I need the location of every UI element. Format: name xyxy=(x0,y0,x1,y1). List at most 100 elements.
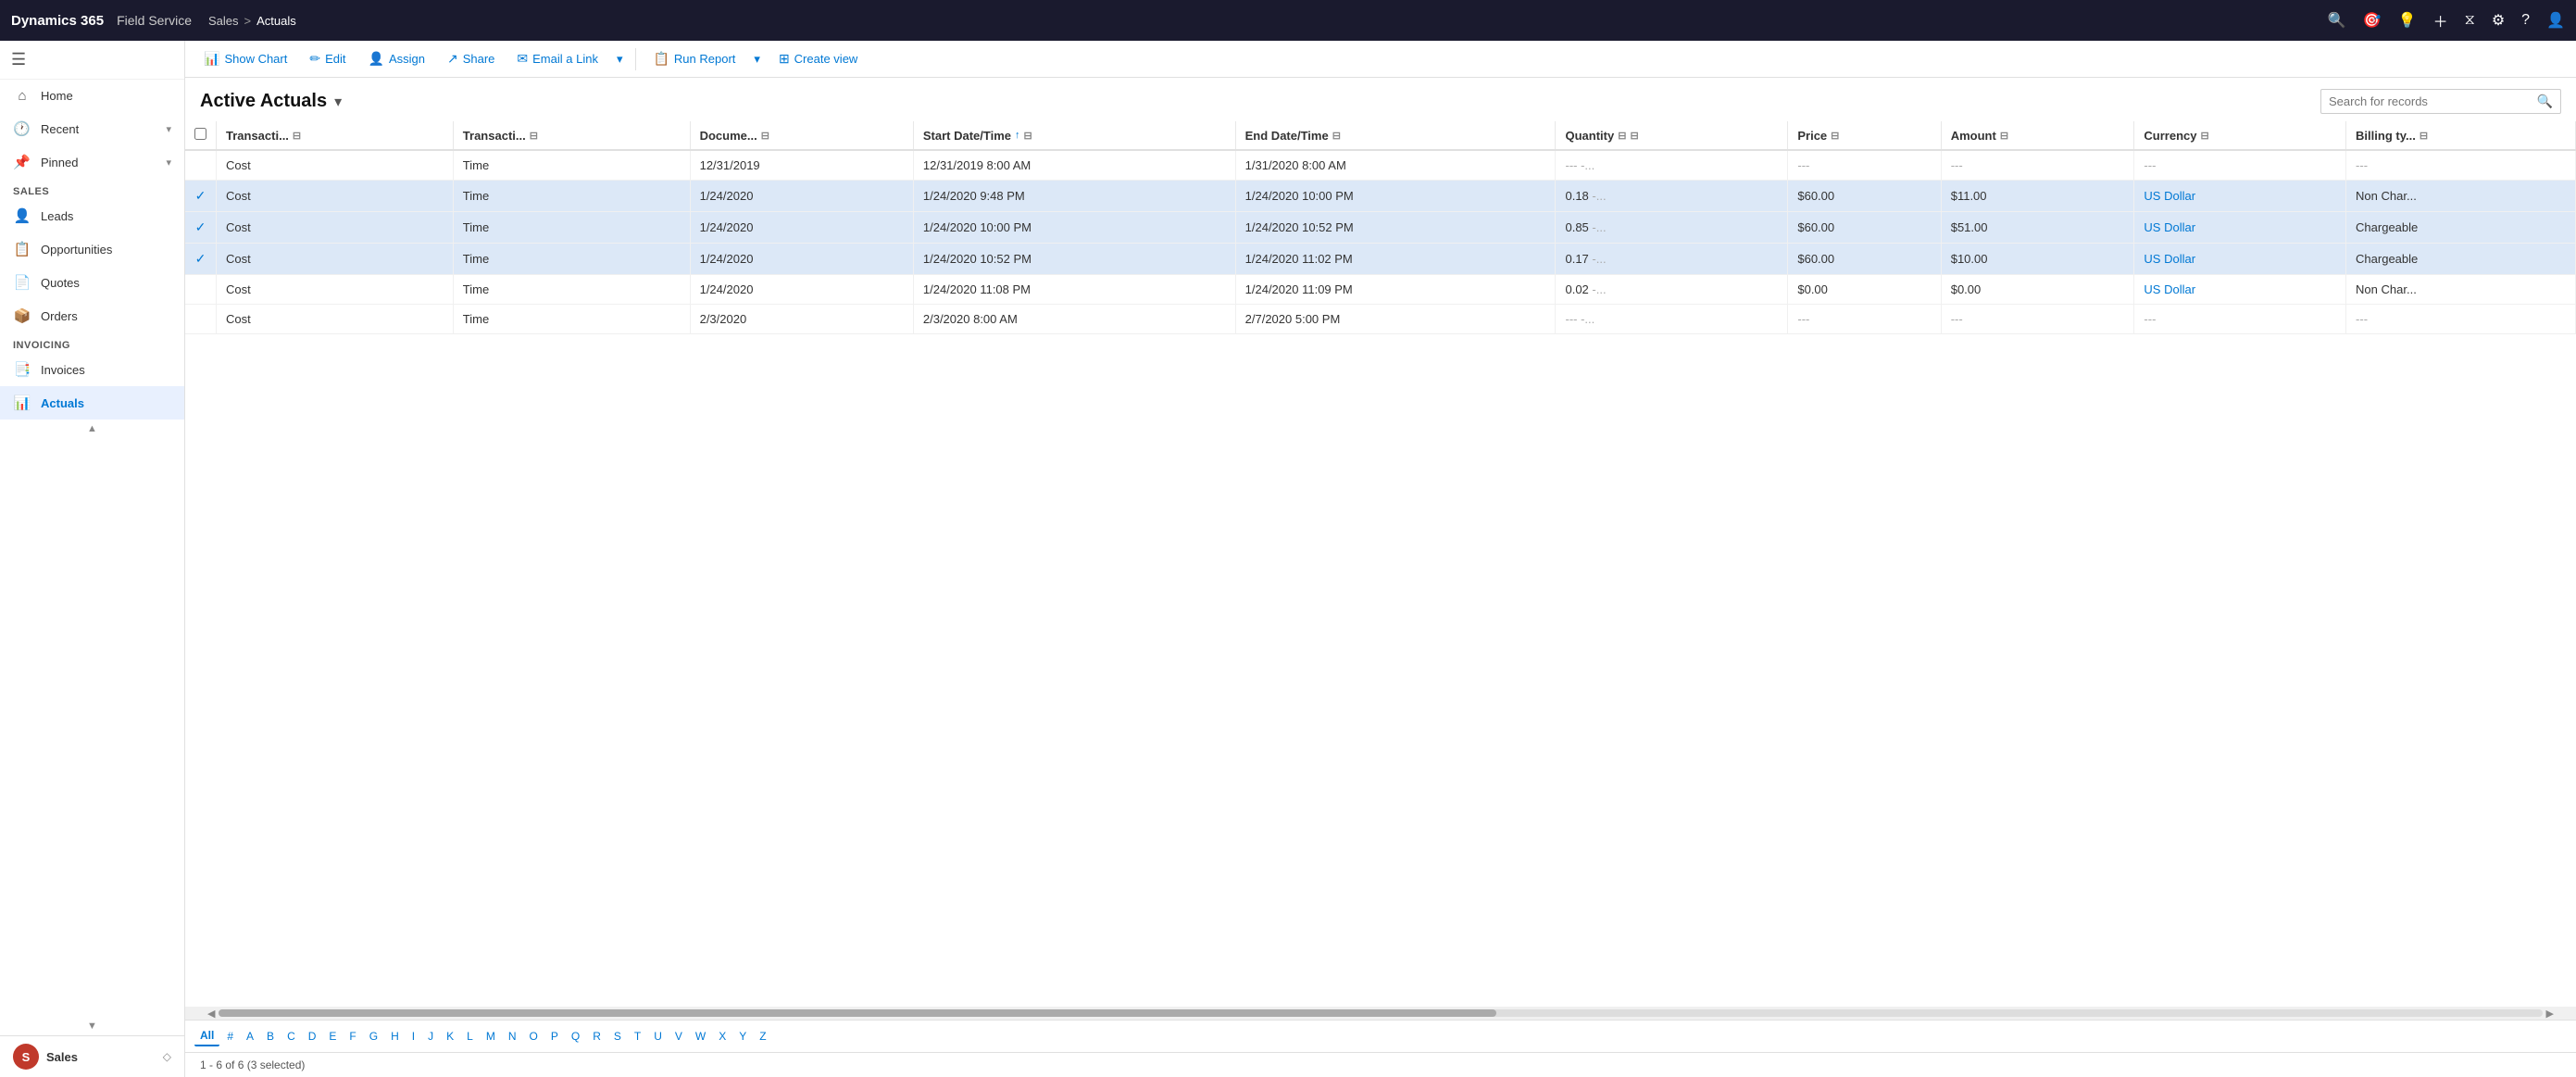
alpha-char-g[interactable]: G xyxy=(364,1027,383,1046)
create-view-button[interactable]: ⊞ Create view xyxy=(769,46,867,71)
col-currency-filter-icon[interactable]: ⊟ xyxy=(2200,130,2208,142)
col-quantity-filter-icon[interactable]: ⊟ xyxy=(1618,130,1626,142)
sidebar-scroll-up[interactable]: ▲ xyxy=(0,420,184,438)
table-row[interactable]: CostTime1/24/20201/24/2020 11:08 PM1/24/… xyxy=(185,275,2576,305)
sidebar-item-orders[interactable]: 📦 Orders xyxy=(0,299,184,332)
breadcrumb-parent[interactable]: Sales xyxy=(208,14,239,28)
bulb-icon[interactable]: 💡 xyxy=(2398,11,2417,30)
sidebar-item-leads[interactable]: 👤 Leads xyxy=(0,199,184,232)
alpha-char-q[interactable]: Q xyxy=(566,1027,585,1046)
alpha-char-w[interactable]: W xyxy=(690,1027,711,1046)
currency-cell[interactable]: US Dollar xyxy=(2134,212,2346,244)
alpha-char-y[interactable]: Y xyxy=(733,1027,752,1046)
alpha-char-m[interactable]: M xyxy=(481,1027,501,1046)
alpha-char-i[interactable]: I xyxy=(406,1027,420,1046)
alpha-char-c[interactable]: C xyxy=(281,1027,301,1046)
scroll-right-icon[interactable]: ▶ xyxy=(2543,1008,2557,1020)
settings-icon[interactable]: ⚙ xyxy=(2492,11,2505,30)
row-check[interactable]: ✓ xyxy=(185,181,217,212)
search-input[interactable] xyxy=(2329,94,2532,108)
help-icon[interactable]: ? xyxy=(2521,12,2530,29)
select-all-checkbox[interactable] xyxy=(194,128,206,140)
filter-icon[interactable]: ⧖ xyxy=(2465,12,2475,29)
email-link-button[interactable]: ✉ Email a Link xyxy=(507,46,607,71)
alpha-char-u[interactable]: U xyxy=(648,1027,668,1046)
col-end-date-filter-icon[interactable]: ⊟ xyxy=(1332,130,1341,142)
page-title-chevron-icon[interactable]: ▾ xyxy=(334,93,342,111)
horizontal-scrollbar[interactable]: ◀ ▶ xyxy=(185,1007,2576,1020)
row-check[interactable]: ✓ xyxy=(185,212,217,244)
share-button[interactable]: ↗ Share xyxy=(438,46,504,71)
alpha-char-e[interactable]: E xyxy=(323,1027,342,1046)
alpha-char-k[interactable]: K xyxy=(441,1027,459,1046)
scroll-track[interactable] xyxy=(219,1009,2542,1017)
alpha-char-l[interactable]: L xyxy=(461,1027,479,1046)
sidebar-item-home[interactable]: ⌂ Home xyxy=(0,80,184,112)
table-row[interactable]: ✓CostTime1/24/20201/24/2020 10:00 PM1/24… xyxy=(185,212,2576,244)
alpha-char-r[interactable]: R xyxy=(587,1027,606,1046)
alpha-char-f[interactable]: F xyxy=(344,1027,361,1046)
target-icon[interactable]: 🎯 xyxy=(2363,11,2382,30)
alpha-char-n[interactable]: N xyxy=(503,1027,522,1046)
app-name[interactable]: Dynamics 365 xyxy=(11,13,104,29)
table-row[interactable]: CostTime12/31/201912/31/2019 8:00 AM1/31… xyxy=(185,150,2576,181)
module-name[interactable]: Field Service xyxy=(117,13,192,28)
run-report-button[interactable]: 📋 Run Report xyxy=(644,46,744,71)
alpha-char-#[interactable]: # xyxy=(221,1027,239,1046)
alpha-char-s[interactable]: S xyxy=(608,1027,627,1046)
row-check[interactable]: ✓ xyxy=(185,244,217,275)
alpha-char-a[interactable]: A xyxy=(241,1027,259,1046)
sidebar-item-opportunities[interactable]: 📋 Opportunities xyxy=(0,232,184,266)
alpha-char-d[interactable]: D xyxy=(303,1027,322,1046)
table-container[interactable]: Transacti... ⊟ Transacti... ⊟ xyxy=(185,121,2576,1007)
assign-button[interactable]: 👤 Assign xyxy=(359,46,434,71)
sidebar-toggle[interactable]: ☰ xyxy=(0,41,184,80)
alpha-char-z[interactable]: Z xyxy=(754,1027,771,1046)
search-box[interactable]: 🔍 xyxy=(2320,89,2561,114)
row-check[interactable] xyxy=(185,305,217,334)
sidebar-item-invoices[interactable]: 📑 Invoices xyxy=(0,353,184,386)
alpha-char-h[interactable]: H xyxy=(385,1027,405,1046)
col-transaction-type-filter-icon[interactable]: ⊟ xyxy=(293,130,301,142)
col-start-date-filter-icon[interactable]: ⊟ xyxy=(1024,130,1032,142)
alpha-char-v[interactable]: V xyxy=(669,1027,688,1046)
alpha-char-all[interactable]: All xyxy=(194,1026,219,1046)
col-amount-filter-icon[interactable]: ⊟ xyxy=(2000,130,2008,142)
more-dropdown-button[interactable]: ▾ xyxy=(611,47,629,71)
show-chart-button[interactable]: 📊 Show Chart xyxy=(194,46,296,71)
col-transaction-category-filter-icon[interactable]: ⊟ xyxy=(530,130,538,142)
col-document-filter-icon[interactable]: ⊟ xyxy=(761,130,769,142)
sidebar-item-quotes[interactable]: 📄 Quotes xyxy=(0,266,184,299)
scroll-left-icon[interactable]: ◀ xyxy=(204,1008,219,1020)
sort-asc-icon[interactable]: ↑ xyxy=(1015,130,1020,141)
plus-icon[interactable]: ＋ xyxy=(2433,9,2448,31)
alpha-char-b[interactable]: B xyxy=(261,1027,280,1046)
alpha-char-t[interactable]: T xyxy=(629,1027,646,1046)
sidebar-item-recent[interactable]: 🕐 Recent ▾ xyxy=(0,112,184,145)
user-icon[interactable]: 👤 xyxy=(2546,11,2565,30)
col-check[interactable] xyxy=(185,121,217,150)
table-row[interactable]: CostTime2/3/20202/3/2020 8:00 AM2/7/2020… xyxy=(185,305,2576,334)
edit-button[interactable]: ✏ Edit xyxy=(300,46,355,71)
row-check[interactable] xyxy=(185,275,217,305)
col-billing-type-filter-icon[interactable]: ⊟ xyxy=(2420,130,2428,142)
col-price-filter-icon[interactable]: ⊟ xyxy=(1831,130,1839,142)
row-check[interactable] xyxy=(185,150,217,181)
scroll-thumb[interactable] xyxy=(219,1009,1496,1017)
alpha-char-p[interactable]: P xyxy=(545,1027,564,1046)
sidebar-item-actuals[interactable]: 📊 Actuals xyxy=(0,386,184,420)
alpha-char-j[interactable]: J xyxy=(422,1027,439,1046)
currency-cell[interactable]: US Dollar xyxy=(2134,244,2346,275)
alpha-char-x[interactable]: X xyxy=(713,1027,732,1046)
sidebar-bottom[interactable]: S Sales ◇ xyxy=(0,1035,184,1077)
table-row[interactable]: ✓CostTime1/24/20201/24/2020 10:52 PM1/24… xyxy=(185,244,2576,275)
sidebar-scroll-down[interactable]: ▼ xyxy=(0,1017,184,1035)
search-icon[interactable]: 🔍 xyxy=(2328,11,2346,30)
alpha-char-o[interactable]: O xyxy=(524,1027,544,1046)
currency-cell[interactable]: US Dollar xyxy=(2134,275,2346,305)
run-report-dropdown[interactable]: ▾ xyxy=(748,47,766,71)
currency-cell[interactable]: US Dollar xyxy=(2134,181,2346,212)
table-row[interactable]: ✓CostTime1/24/20201/24/2020 9:48 PM1/24/… xyxy=(185,181,2576,212)
sidebar-item-pinned[interactable]: 📌 Pinned ▾ xyxy=(0,145,184,179)
col-quantity-filter2-icon[interactable]: ⊟ xyxy=(1630,130,1638,142)
